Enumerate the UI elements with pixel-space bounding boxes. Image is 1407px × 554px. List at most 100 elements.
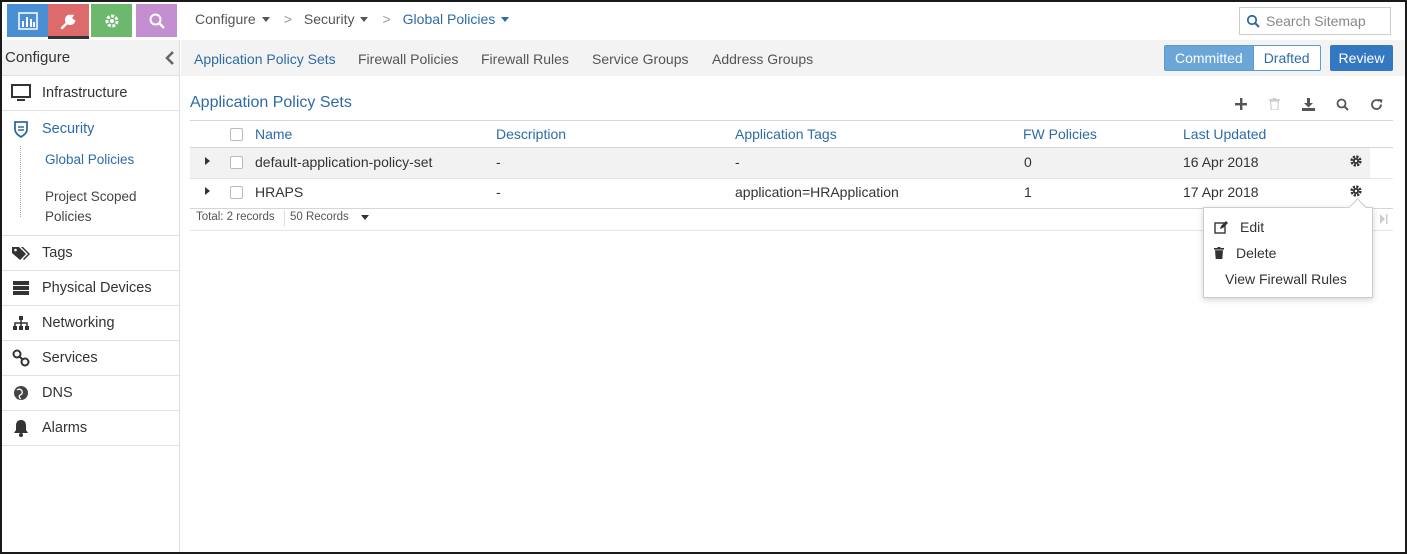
download-button[interactable] [1291, 94, 1325, 114]
sidebar-subitem-label: Project Scoped [45, 189, 137, 204]
download-icon [1302, 97, 1315, 111]
chevron-left-icon [165, 51, 174, 65]
last-page-button[interactable] [1380, 212, 1388, 227]
row-actions-button[interactable] [1349, 154, 1363, 171]
search-sitemap-input[interactable] [1266, 13, 1386, 29]
sidebar-subitem-project-scoped-policies[interactable]: Project Scoped Policies [2, 187, 137, 227]
review-button[interactable]: Review [1330, 45, 1393, 71]
row-actions-menu: Edit Delete View Firewall Rules [1203, 207, 1373, 298]
sidebar-subitem-label: Policies [45, 209, 92, 224]
sidebar-item-label: Infrastructure [42, 85, 128, 101]
server-icon [10, 278, 32, 298]
footer-divider [284, 210, 285, 226]
link-icon [10, 348, 32, 368]
column-header-fw-policies[interactable]: FW Policies [1023, 126, 1097, 142]
mode-toggle: Committed Drafted [1164, 45, 1321, 71]
cell-application-tags: application=HRApplication [735, 184, 899, 200]
tags-icon [10, 243, 32, 263]
tab-service-groups[interactable]: Service Groups [592, 51, 688, 67]
top-bar: Configure > Security > Global Policies [2, 2, 1405, 40]
row-checkbox[interactable] [230, 186, 243, 199]
cell-fw-policies: 0 [1024, 154, 1032, 170]
drafted-button[interactable]: Drafted [1253, 45, 1321, 71]
menu-item-label: View Firewall Rules [1225, 271, 1347, 287]
sidebar-item-security[interactable]: Security [2, 111, 179, 146]
total-records: Total: 2 records [196, 211, 275, 223]
cell-fw-policies: 1 [1024, 184, 1032, 200]
column-header-description[interactable]: Description [496, 126, 566, 142]
expand-row-icon[interactable] [205, 187, 210, 195]
tab-address-groups[interactable]: Address Groups [712, 51, 813, 67]
add-button[interactable] [1223, 94, 1257, 114]
sidebar-item-alarms[interactable]: Alarms [2, 411, 179, 446]
sidebar-item-physical-devices[interactable]: Physical Devices [2, 271, 179, 306]
sidebar-item-label: Networking [42, 315, 115, 331]
sidebar-item-dns[interactable]: DNS [2, 376, 179, 411]
monitor-app-button[interactable] [7, 4, 48, 37]
breadcrumb-security[interactable]: Security [304, 11, 369, 27]
cell-description: - [496, 184, 501, 200]
sidebar-item-label: Tags [42, 245, 73, 261]
bell-icon [10, 418, 32, 438]
breadcrumb-global-policies[interactable]: Global Policies [403, 11, 510, 27]
caret-down-icon [501, 16, 510, 22]
gear-icon [105, 14, 118, 27]
monitor-icon [10, 83, 32, 103]
edit-icon [1214, 220, 1228, 234]
sidebar-item-label: Physical Devices [42, 280, 152, 296]
column-header-name[interactable]: Name [255, 126, 292, 142]
sidebar-item-services[interactable]: Services [2, 341, 179, 376]
sidebar-title: Configure [5, 49, 71, 66]
cell-name: default-application-policy-set [255, 154, 433, 170]
expand-row-icon[interactable] [205, 157, 210, 165]
row-checkbox[interactable] [230, 156, 243, 169]
tab-application-policy-sets[interactable]: Application Policy Sets [194, 51, 336, 67]
sidebar-item-label: Alarms [42, 420, 88, 436]
cell-description: - [496, 154, 501, 170]
settings-app-button[interactable] [91, 4, 132, 37]
menu-item-label: Edit [1240, 219, 1265, 235]
refresh-button[interactable] [1359, 94, 1393, 114]
search-button[interactable] [1325, 94, 1359, 114]
column-header-application-tags[interactable]: Application Tags [735, 126, 837, 142]
sidebar-item-label: Security [42, 120, 95, 137]
sidebar-subitem-global-policies[interactable]: Global Policies [2, 152, 134, 167]
sidebar-item-label: Services [42, 350, 98, 366]
select-all-checkbox[interactable] [230, 128, 243, 141]
delete-button[interactable] [1257, 94, 1291, 114]
breadcrumb-configure[interactable]: Configure [195, 11, 270, 27]
sidebar: Configure Infrastructure Security Global… [2, 40, 180, 552]
sidebar-item-tags[interactable]: Tags [2, 236, 179, 271]
sidebar-header: Configure [2, 40, 179, 76]
query-app-button[interactable] [136, 4, 177, 37]
sidebar-item-networking[interactable]: Networking [2, 306, 179, 341]
cell-last-updated: 16 Apr 2018 [1183, 154, 1259, 170]
gear-icon [1350, 155, 1362, 167]
sidebar-item-infrastructure[interactable]: Infrastructure [2, 76, 179, 111]
page-size-select[interactable]: 50 Records [290, 211, 369, 223]
last-page-icon [1380, 214, 1388, 224]
bar-chart-icon [17, 11, 38, 30]
collapse-sidebar-button[interactable] [165, 50, 175, 70]
wrench-icon [60, 14, 76, 29]
chevron-right-icon: > [283, 11, 292, 27]
menu-item-delete[interactable]: Delete [1214, 245, 1276, 261]
network-icon [10, 313, 32, 333]
tab-firewall-policies[interactable]: Firewall Policies [358, 51, 458, 67]
tab-firewall-rules[interactable]: Firewall Rules [481, 51, 569, 67]
menu-item-view-firewall-rules[interactable]: View Firewall Rules [1225, 271, 1347, 287]
committed-button[interactable]: Committed [1164, 45, 1254, 71]
gear-icon [1350, 185, 1362, 197]
security-submenu: Global Policies Project Scoped Policies [2, 146, 179, 236]
refresh-icon [1371, 98, 1383, 110]
column-header-last-updated[interactable]: Last Updated [1183, 126, 1266, 142]
cell-last-updated: 17 Apr 2018 [1183, 184, 1259, 200]
caret-down-icon [261, 16, 270, 22]
search-icon [1246, 14, 1260, 28]
configure-app-button[interactable] [48, 4, 89, 39]
caret-down-icon [360, 214, 369, 220]
caret-down-icon [360, 16, 369, 22]
breadcrumb-label: Security [303, 11, 355, 27]
add-icon [1234, 98, 1247, 110]
menu-item-edit[interactable]: Edit [1214, 219, 1264, 235]
